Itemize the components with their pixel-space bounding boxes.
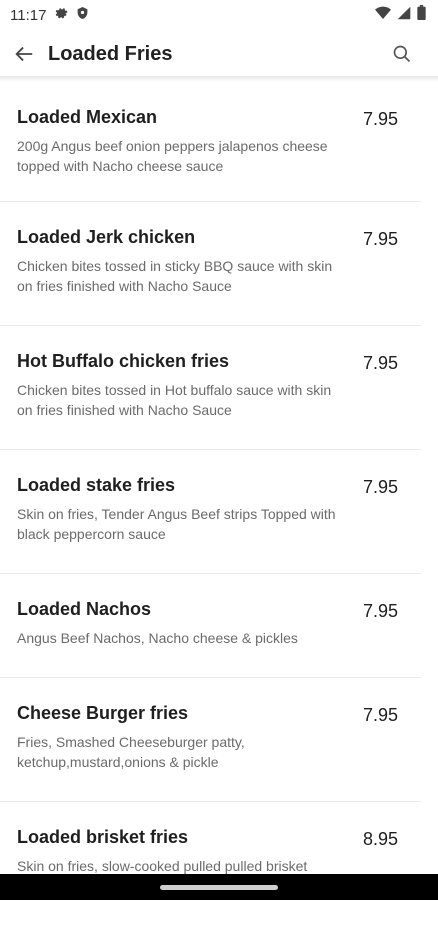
menu-item-price: 7.95 [362,705,398,725]
signal-icon [397,6,411,25]
menu-item-name: Loaded Nachos [17,599,152,619]
menu-item-name: Loaded Jerk chicken [17,227,196,247]
menu-item[interactable]: Hot Buffalo chicken fries 7.95 Chicken b… [0,326,421,450]
menu-item-price: 7.95 [362,477,398,497]
wifi-icon [375,6,391,25]
menu-item-description: Skin on fries, Tender Angus Beef strips … [17,506,336,542]
menu-item-description: 200g Angus beef onion peppers jalapenos … [17,138,328,174]
menu-item-row: Loaded stake fries 7.95 [17,474,421,498]
menu-item-row: Loaded Jerk chicken 7.95 [17,226,421,250]
battery-icon [417,5,426,25]
menu-item-name: Hot Buffalo chicken fries [17,351,230,371]
menu-item-price: 8.95 [362,829,398,849]
menu-item-name: Loaded stake fries [17,475,176,495]
status-bar: 11:17 [0,0,438,30]
menu-item-name: Loaded brisket fries [17,827,189,847]
home-gesture-handle[interactable] [160,884,278,890]
menu-item-row: Loaded Mexican 7.95 [17,106,421,130]
status-left: 11:17 [10,6,89,24]
menu-item[interactable]: Loaded stake fries 7.95 Skin on fries, T… [0,450,421,574]
menu-list: Loaded Mexican 7.95 200g Angus beef onio… [0,82,438,926]
menu-item[interactable]: Loaded Nachos 7.95 Angus Beef Nachos, Na… [0,574,421,678]
menu-item-price: 7.95 [362,109,398,129]
menu-item-price: 7.95 [362,353,398,373]
search-icon[interactable] [388,40,416,68]
menu-item-row: Cheese Burger fries 7.95 [17,702,421,726]
status-time: 11:17 [10,6,47,24]
menu-item-row: Loaded Nachos 7.95 [17,598,421,622]
menu-item-price: 7.95 [362,229,398,249]
menu-item-description: Skin on fries, slow-cooked pulled pulled… [17,858,308,874]
menu-item-description: Chicken bites tossed in Hot buffalo sauc… [17,382,332,418]
settings-gear-icon [54,6,68,24]
app-bar: Loaded Fries [0,30,438,78]
menu-item-row: Loaded brisket fries 8.95 [17,826,421,850]
back-arrow-icon[interactable] [12,42,36,66]
menu-item[interactable]: Loaded Jerk chicken 7.95 Chicken bites t… [0,202,421,326]
menu-item-price: 7.95 [362,601,398,621]
menu-item-name: Cheese Burger fries [17,703,189,723]
menu-item-name: Loaded Mexican [17,107,158,127]
menu-item[interactable]: Loaded brisket fries 8.95 Skin on fries,… [0,802,421,926]
menu-item[interactable]: Cheese Burger fries 7.95 Fries, Smashed … [0,678,421,802]
status-right [375,5,426,25]
menu-item-description: Chicken bites tossed in sticky BBQ sauce… [17,258,333,294]
menu-item[interactable]: Loaded Mexican 7.95 200g Angus beef onio… [0,82,421,202]
menu-item-description: Fries, Smashed Cheeseburger patty, ketch… [17,734,245,770]
page-title: Loaded Fries [48,42,173,65]
menu-item-description: Angus Beef Nachos, Nacho cheese & pickle… [17,630,298,646]
system-nav-bar [0,874,438,900]
menu-item-row: Hot Buffalo chicken fries 7.95 [17,350,421,374]
shield-icon [76,6,89,24]
